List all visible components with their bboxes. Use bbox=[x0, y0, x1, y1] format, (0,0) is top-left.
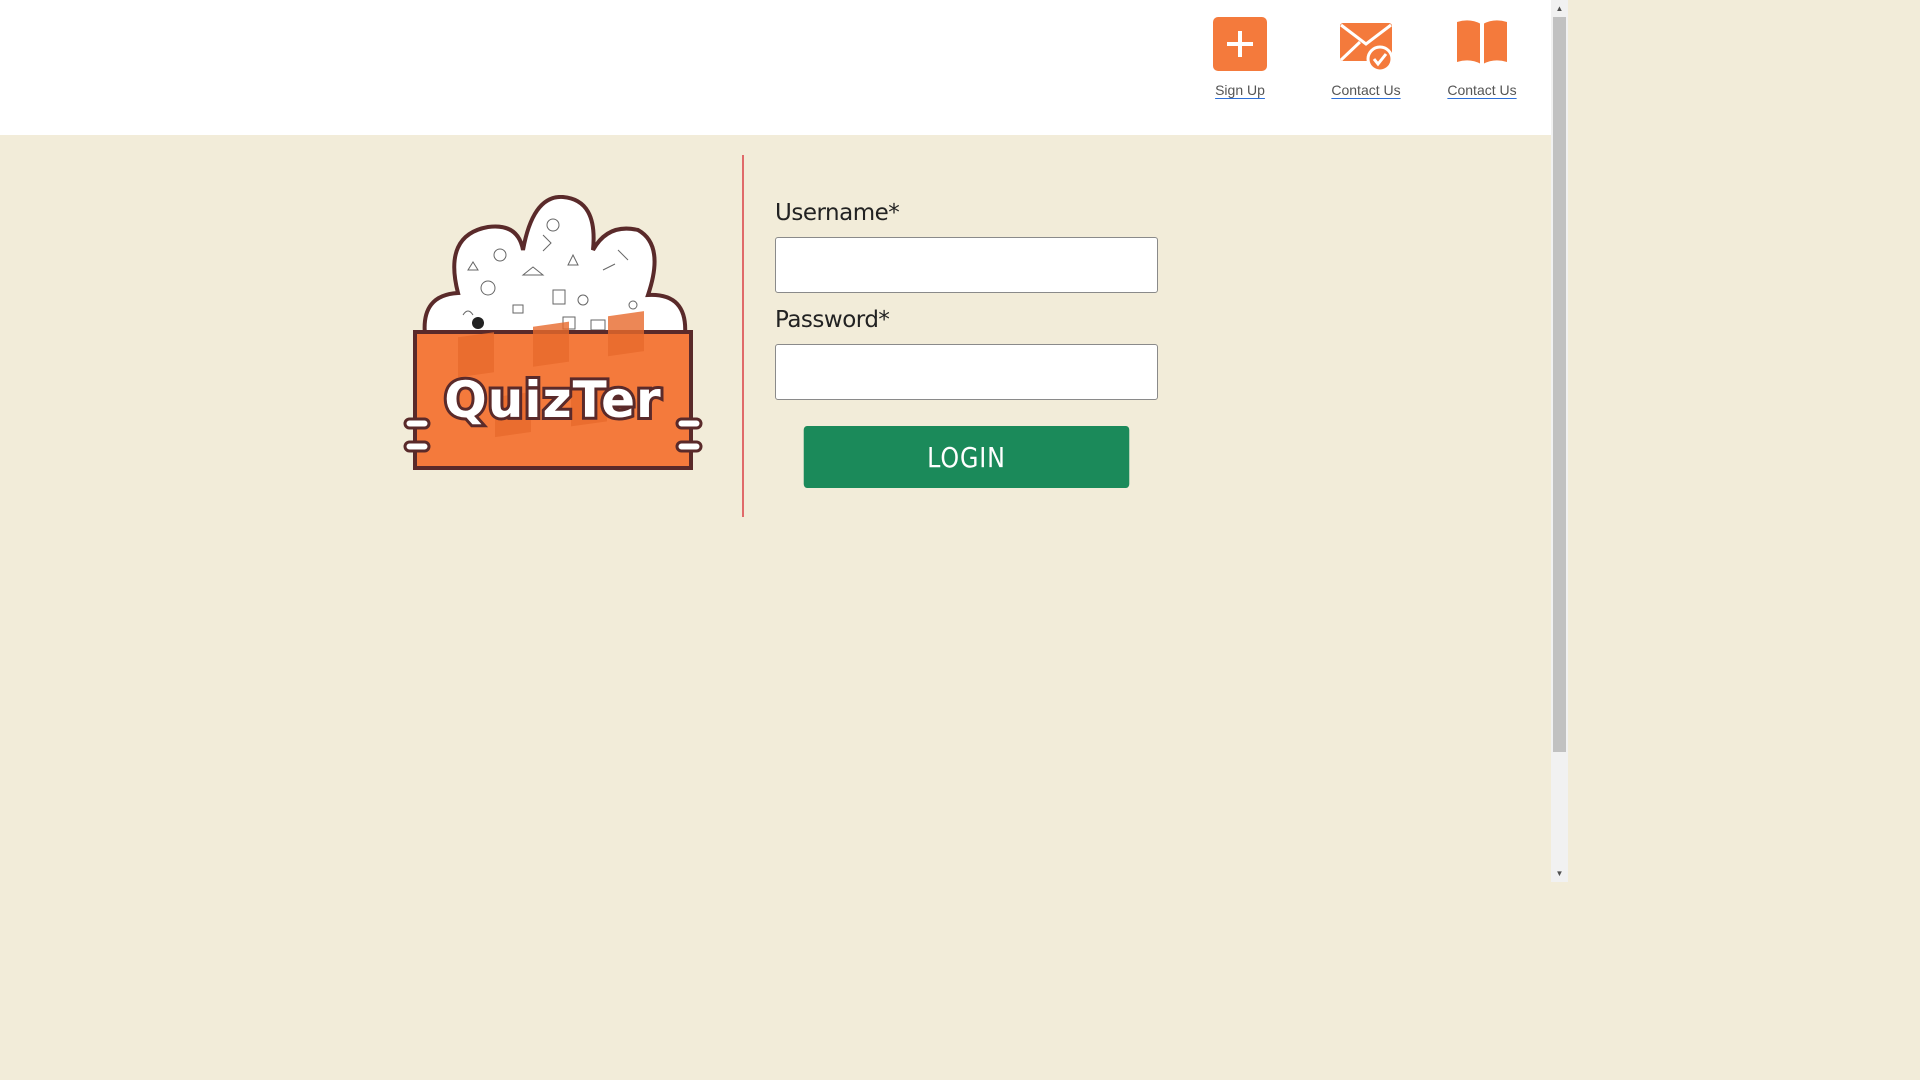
nav-sign-up[interactable]: Sign Up bbox=[1185, 16, 1295, 98]
username-label: Username* bbox=[775, 200, 900, 226]
username-input[interactable] bbox=[775, 237, 1158, 293]
nav-contact-us[interactable]: Contact Us bbox=[1311, 16, 1421, 98]
book-icon bbox=[1457, 20, 1507, 66]
nav-label-sign-up: Sign Up bbox=[1215, 82, 1265, 98]
quizter-logo: QuizTer bbox=[403, 195, 703, 470]
logo-text: QuizTer bbox=[444, 371, 661, 429]
vertical-scrollbar[interactable]: ▲ ▼ bbox=[1551, 0, 1568, 882]
nav-contact-us-book[interactable]: Contact Us bbox=[1427, 16, 1537, 98]
password-label: Password* bbox=[775, 307, 890, 333]
scroll-thumb[interactable] bbox=[1553, 17, 1566, 752]
top-navigation-bar: Sign Up Contact Us Contact Us bbox=[0, 0, 1551, 135]
nav-label-contact-us-2: Contact Us bbox=[1447, 82, 1517, 98]
password-input[interactable] bbox=[775, 344, 1158, 400]
plus-icon bbox=[1213, 17, 1267, 71]
scroll-up-arrow-icon[interactable]: ▲ bbox=[1551, 0, 1568, 17]
vertical-divider bbox=[742, 155, 744, 517]
nav-label-contact-us: Contact Us bbox=[1331, 82, 1401, 98]
login-button[interactable]: LOGIN bbox=[803, 426, 1130, 488]
scroll-down-arrow-icon[interactable]: ▼ bbox=[1551, 865, 1568, 882]
mail-check-icon bbox=[1339, 23, 1394, 72]
